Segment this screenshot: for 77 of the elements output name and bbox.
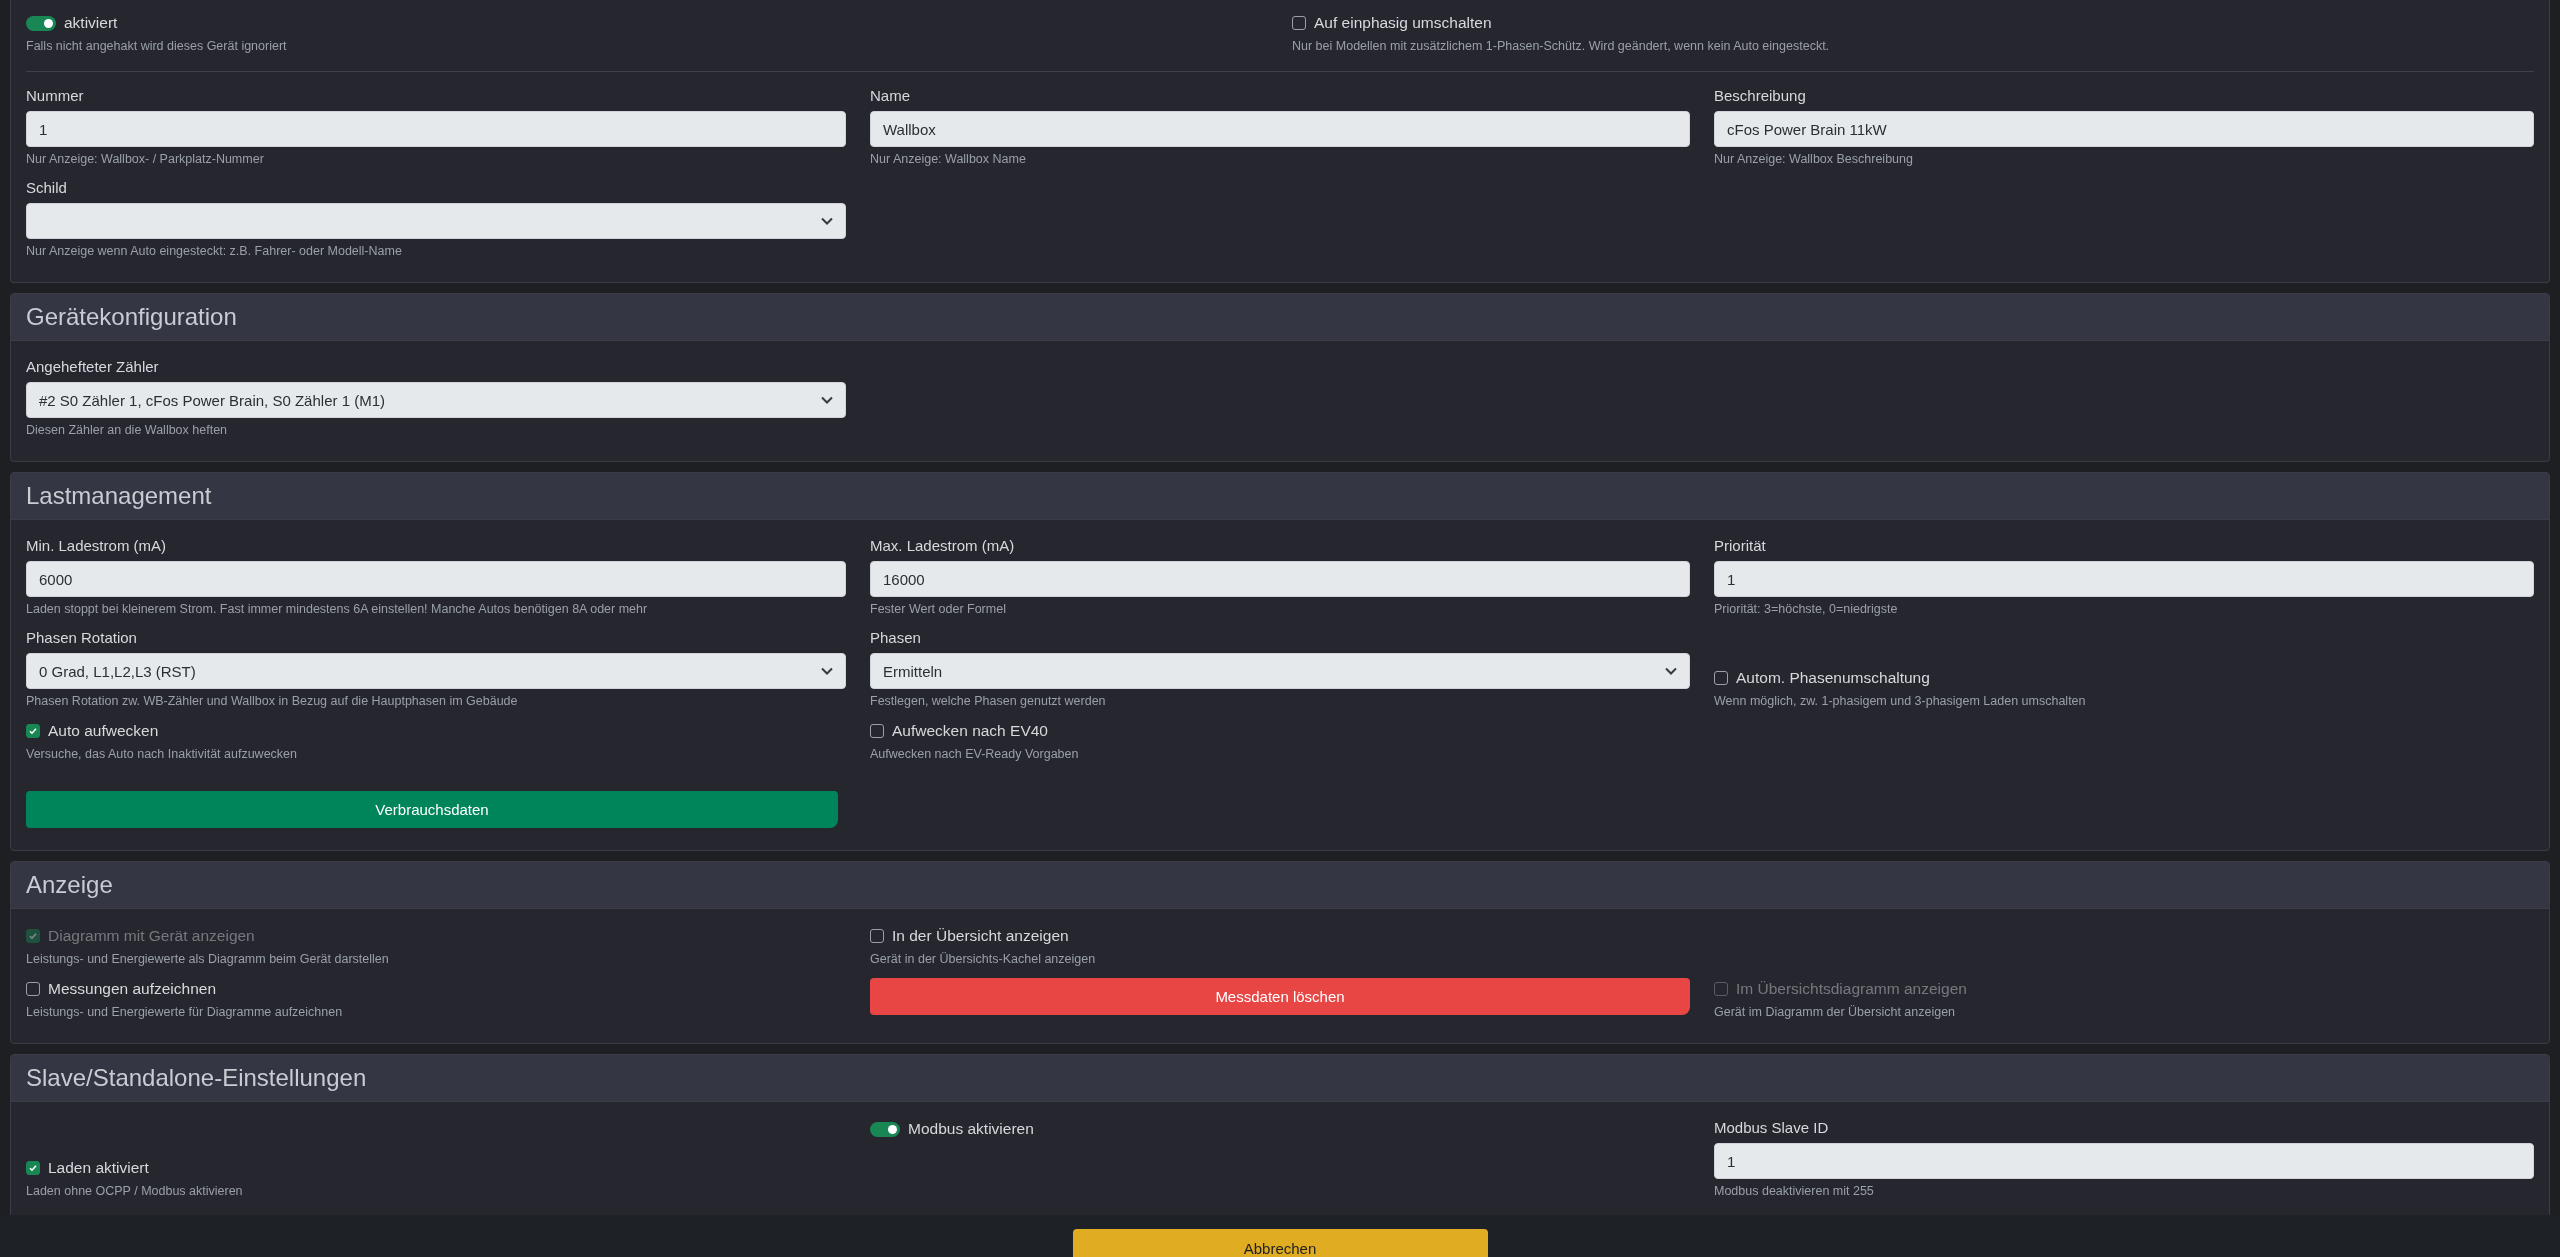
select-field[interactable]: #2 S0 Zähler 1, cFos Power Brain, S0 Zähler 1 (M1) xyxy=(26,382,846,418)
checkbox-label: Auto aufwecken xyxy=(48,722,159,740)
checkbox-label: Aufwecken nach EV40 xyxy=(892,722,1048,740)
checkbox-label: Messungen aufzeichnen xyxy=(48,980,217,998)
chevron-down-icon xyxy=(1665,667,1677,675)
toggle-switch[interactable] xyxy=(26,15,56,31)
help-text: Gerät im Diagramm der Übersicht anzeigen xyxy=(1714,1004,1956,1021)
help-text: Modbus deaktivieren mit 255 xyxy=(1714,1183,1874,1200)
delete-button[interactable]: Messdaten löschen xyxy=(870,978,1690,1015)
help-text: Festlegen, welche Phasen genutzt werden xyxy=(870,693,1106,710)
help-text: Gerät in der Übersichts-Kachel anzeigen xyxy=(870,951,1096,968)
field-label: Angehefteter Zähler xyxy=(26,357,159,377)
input-field[interactable]: 1 xyxy=(26,111,846,147)
field-label: Nummer xyxy=(26,86,84,106)
input-field[interactable]: cFos Power Brain 11kW xyxy=(1714,111,2534,147)
help-text: Aufwecken nach EV-Ready Vorgaben xyxy=(870,746,1079,763)
check-icon xyxy=(28,931,38,941)
select-field[interactable]: Ermitteln xyxy=(870,653,1690,689)
checkbox-label: Laden aktiviert xyxy=(48,1159,149,1177)
select-field[interactable] xyxy=(26,203,846,239)
field-label: Beschreibung xyxy=(1714,86,1806,106)
help-text: Phasen Rotation zw. WB-Zähler und Wallbox in Bezug auf die Hauptphasen im Gebäude xyxy=(26,693,518,710)
toggle-label: aktiviert xyxy=(64,14,118,32)
field-label: Name xyxy=(870,86,910,106)
help-text: Laden ohne OCPP / Modbus aktivieren xyxy=(26,1183,243,1200)
help-text: Wenn möglich, zw. 1-phasigem und 3-phasigem Laden umschalten xyxy=(1714,693,2086,710)
input-field[interactable]: 16000 xyxy=(870,561,1690,597)
help-text: Fester Wert oder Formel xyxy=(870,601,1006,618)
help-text: Leistungs- und Energiewerte für Diagramme aufzeichnen xyxy=(26,1004,343,1021)
input-field[interactable]: Wallbox xyxy=(870,111,1690,147)
field-label: Priorität xyxy=(1714,536,1766,556)
help-text: Falls nicht angehakt wird dieses Gerät ignoriert xyxy=(26,38,287,55)
checkbox-label: Diagramm mit Gerät anzeigen xyxy=(48,927,255,945)
help-text: Nur Anzeige wenn Auto eingesteckt: z.B. Fahrer- oder Modell-Name xyxy=(26,243,402,260)
check-icon xyxy=(28,726,38,736)
help-text: Nur Anzeige: Wallbox Beschreibung xyxy=(1714,151,1913,168)
field-label: Max. Ladestrom (mA) xyxy=(870,536,1015,556)
field-label: Modbus Slave ID xyxy=(1714,1118,1829,1138)
help-text: Nur Anzeige: Wallbox Name xyxy=(870,151,1026,168)
checkbox-label: Auf einphasig umschalten xyxy=(1314,14,1492,32)
checkbox[interactable] xyxy=(870,929,884,943)
field-label: Schild xyxy=(26,178,67,198)
checkbox[interactable] xyxy=(26,1161,40,1175)
field-label: Min. Ladestrom (mA) xyxy=(26,536,167,556)
checkbox-label: Autom. Phasenumschaltung xyxy=(1736,669,1930,687)
checkbox-label: Im Übersichtsdiagramm anzeigen xyxy=(1736,980,1967,998)
help-text: Versuche, das Auto nach Inaktivität aufzuwecken xyxy=(26,746,297,763)
checkbox[interactable] xyxy=(1714,671,1728,685)
field-label: Phasen xyxy=(870,628,921,648)
checkbox[interactable] xyxy=(1292,16,1306,30)
help-text: Nur bei Modellen mit zusätzlichem 1-Phasen-Schütz. Wird geändert, wenn kein Auto eingesteckt. xyxy=(1292,38,1830,55)
toggle-label: Modbus aktivieren xyxy=(908,1120,1034,1138)
select-field[interactable]: 0 Grad, L1,L2,L3 (RST) xyxy=(26,653,846,689)
section-header: Lastmanagement xyxy=(11,473,2549,520)
data-button[interactable]: Verbrauchsdaten xyxy=(26,791,838,828)
chevron-down-icon xyxy=(821,667,833,675)
help-text: Priorität: 3=höchste, 0=niedrigste xyxy=(1714,601,1898,618)
help-text: Diesen Zähler an die Wallbox heften xyxy=(26,422,228,439)
section-header: Slave/Standalone-Einstellungen xyxy=(11,1055,2549,1102)
cancel-button[interactable]: Abbrechen xyxy=(1072,1229,1488,1257)
toggle-switch[interactable] xyxy=(870,1121,900,1137)
chevron-down-icon xyxy=(821,396,833,404)
checkbox[interactable] xyxy=(26,982,40,996)
help-text: Leistungs- und Energiewerte als Diagramm beim Gerät darstellen xyxy=(26,951,389,968)
checkbox[interactable] xyxy=(26,724,40,738)
help-text: Laden stoppt bei kleinerem Strom. Fast immer mindestens 6A einstellen! Manche Autos benötigen 8A oder mehr xyxy=(26,601,648,618)
checkbox[interactable] xyxy=(870,724,884,738)
checkbox-label: In der Übersicht anzeigen xyxy=(892,927,1069,945)
section-header: Gerätekonfiguration xyxy=(11,294,2549,341)
check-icon xyxy=(28,1163,38,1173)
input-field[interactable]: 1 xyxy=(1714,1143,2534,1179)
field-label: Phasen Rotation xyxy=(26,628,137,648)
chevron-down-icon xyxy=(821,217,833,225)
help-text: Nur Anzeige: Wallbox- / Parkplatz-Nummer xyxy=(26,151,264,168)
input-field[interactable]: 1 xyxy=(1714,561,2534,597)
section-header: Anzeige xyxy=(11,862,2549,909)
input-field[interactable]: 6000 xyxy=(26,561,846,597)
